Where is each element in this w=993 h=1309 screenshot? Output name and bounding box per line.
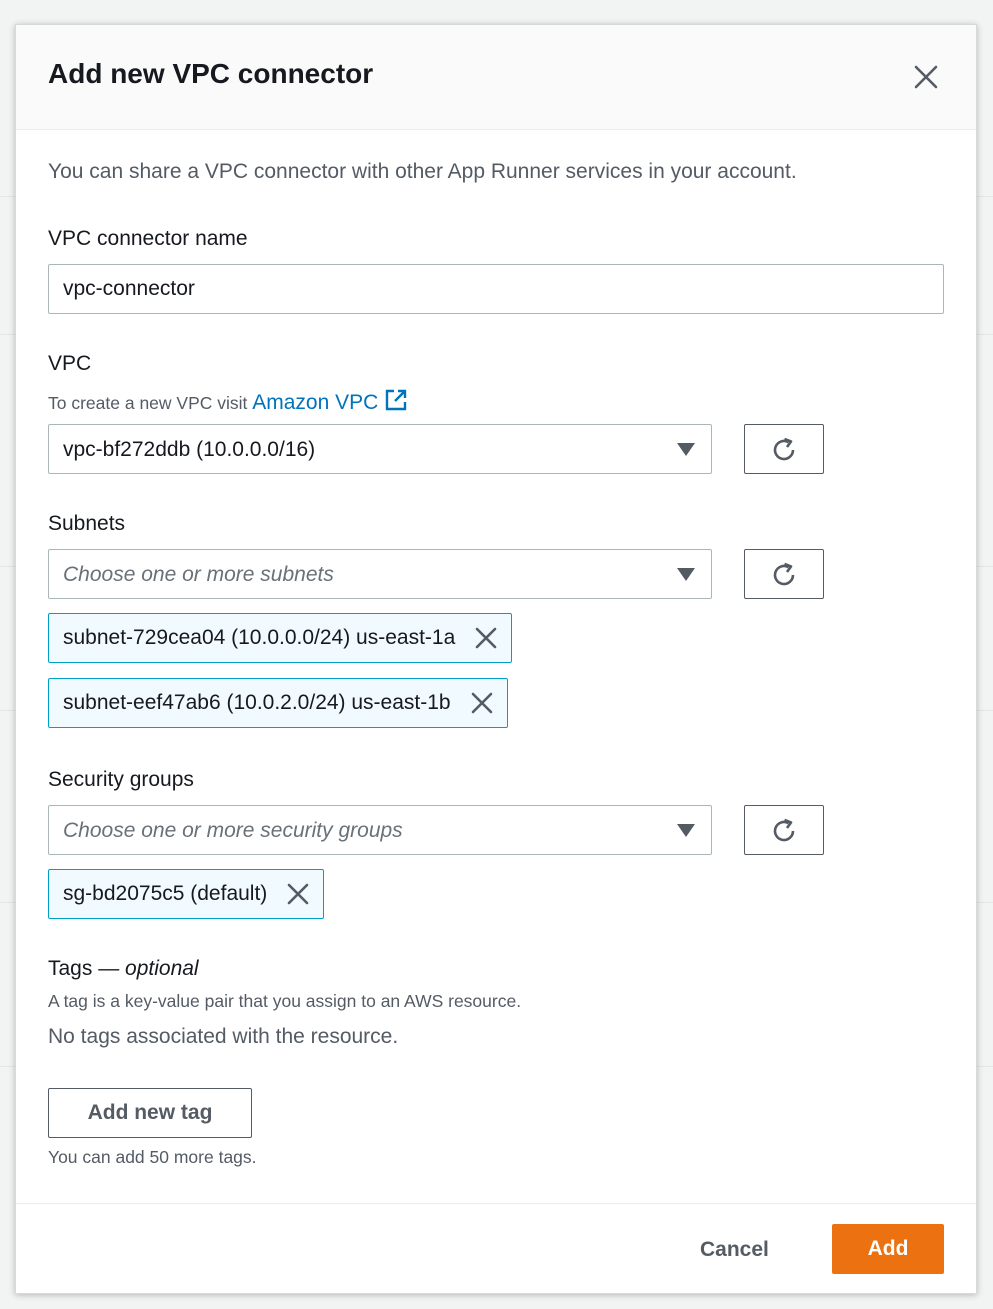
tag-limit-text: You can add 50 more tags. [48, 1147, 257, 1167]
subnets-refresh-button[interactable] [744, 549, 824, 599]
subnets-label: Subnets [48, 512, 126, 535]
no-tags-message: No tags associated with the resource. [48, 1025, 399, 1048]
modal-footer: Cancel Add [16, 1203, 976, 1293]
subnet-token-label: subnet-eef47ab6 (10.0.2.0/24) us-east-1b [63, 691, 451, 714]
connector-name-input[interactable] [48, 264, 944, 314]
caret-down-icon [677, 824, 695, 837]
add-button[interactable]: Add [832, 1224, 944, 1274]
caret-down-icon [677, 443, 695, 456]
subnets-placeholder: Choose one or more subnets [63, 563, 334, 586]
tags-optional-label: optional [125, 957, 199, 980]
tags-label: Tags — optional [48, 957, 199, 981]
external-link-icon [386, 389, 407, 411]
remove-token-icon[interactable] [287, 883, 309, 905]
tags-label-text: Tags — [48, 957, 126, 980]
security-groups-placeholder: Choose one or more security groups [63, 819, 403, 842]
remove-token-icon[interactable] [471, 692, 493, 714]
security-groups-select[interactable]: Choose one or more security groups [48, 805, 712, 855]
security-groups-label: Security groups [48, 768, 194, 791]
cancel-button[interactable]: Cancel [700, 1238, 769, 1262]
remove-token-icon[interactable] [475, 627, 497, 649]
vpc-select[interactable]: vpc-bf272ddb (10.0.0.0/16) [48, 424, 712, 474]
subnet-token: subnet-729cea04 (10.0.0.0/24) us-east-1a [48, 613, 513, 663]
subnet-token-label: subnet-729cea04 (10.0.0.0/24) us-east-1a [63, 626, 456, 649]
vpc-selected-value: vpc-bf272ddb (10.0.0.0/16) [63, 438, 316, 461]
subnet-token: subnet-eef47ab6 (10.0.2.0/24) us-east-1b [48, 678, 508, 728]
modal-header: Add new VPC connector [16, 25, 976, 130]
vpc-hint-text: To create a new VPC visit [48, 393, 253, 413]
security-groups-refresh-button[interactable] [744, 805, 824, 855]
vpc-refresh-button[interactable] [744, 424, 824, 474]
caret-down-icon [677, 568, 695, 581]
add-vpc-connector-modal: Add new VPC connector You can share a VP… [15, 24, 977, 1294]
security-group-token-label: sg-bd2075c5 (default) [63, 882, 268, 905]
modal-description: You can share a VPC connector with other… [48, 160, 797, 183]
add-new-tag-button[interactable]: Add new tag [48, 1088, 252, 1138]
security-group-token: sg-bd2075c5 (default) [48, 869, 325, 919]
modal-title: Add new VPC connector [48, 58, 374, 89]
amazon-vpc-link[interactable]: Amazon VPC [252, 389, 408, 414]
amazon-vpc-link-text: Amazon VPC [252, 391, 379, 414]
vpc-hint: To create a new VPC visit Amazon VPC [48, 388, 408, 415]
refresh-icon [773, 437, 795, 461]
close-button[interactable] [912, 63, 940, 91]
close-icon [914, 65, 938, 89]
refresh-icon [773, 562, 795, 586]
subnets-select[interactable]: Choose one or more subnets [48, 549, 712, 599]
connector-name-label: VPC connector name [48, 227, 248, 250]
refresh-icon [773, 818, 795, 842]
vpc-label: VPC [48, 352, 92, 375]
tags-hint: A tag is a key-value pair that you assig… [48, 991, 522, 1011]
